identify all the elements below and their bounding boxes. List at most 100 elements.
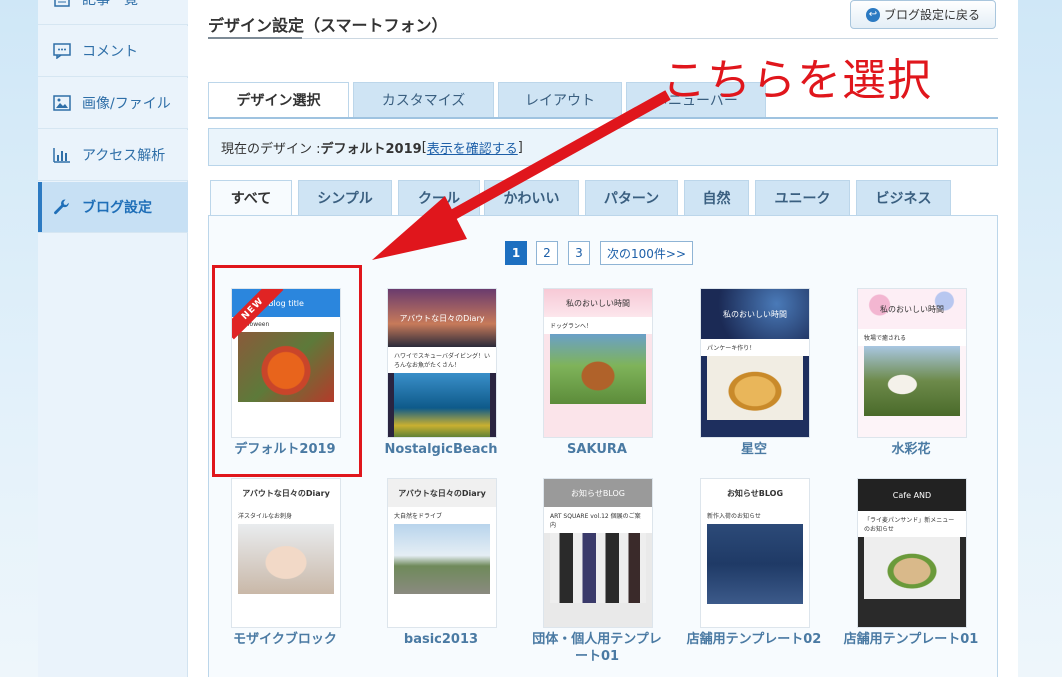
current-design-prefix: 現在のデザイン :	[221, 141, 321, 157]
thumbnail-card-title: 洋スタイルなお刺身	[232, 507, 340, 524]
tab-label: カスタマイズ	[381, 93, 466, 109]
template-name[interactable]: NostalgicBeach	[371, 441, 511, 458]
thumbnail-photo	[238, 524, 334, 594]
tabs-divider	[208, 117, 998, 119]
thumbnail-header: 私のおいしい時間	[544, 289, 652, 317]
thumbnail-card-title: 大自然をドライブ	[388, 507, 496, 524]
thumbnail-header: 私のおいしい時間	[701, 289, 809, 339]
category-tab-unique[interactable]: ユニーク	[755, 180, 850, 216]
thumbnail-photo	[394, 524, 490, 594]
page-3-button[interactable]: 3	[568, 241, 590, 265]
template-name[interactable]: 団体・個人用テンプレート01	[527, 631, 667, 665]
thumbnail-photo	[550, 334, 646, 404]
sidebar-item-label: コメント	[82, 44, 138, 60]
thumbnail-header: アバウトな日々のDiary	[232, 479, 340, 507]
sidebar-item-label: 記事一覧	[82, 0, 138, 8]
thumbnail-card-title: 牧場で癒される	[858, 329, 966, 346]
current-design-box: 現在のデザイン : デフォルト2019 [ 表示を確認する ]	[208, 128, 998, 166]
next-page-button[interactable]: 次の100件>>	[600, 241, 693, 265]
category-label: すべて	[230, 191, 272, 207]
chart-icon	[52, 146, 72, 164]
thumbnail-header: アバウトな日々のDiary	[388, 479, 496, 507]
template-name[interactable]: 店舗用テンプレート02	[684, 631, 824, 648]
category-label: ユニーク	[774, 191, 831, 207]
page-1-button[interactable]: 1	[505, 241, 527, 265]
sidebar-item-label: 画像/ファイル	[82, 96, 171, 112]
template-name[interactable]: デフォルト2019	[215, 441, 355, 458]
template-name[interactable]: 店舗用テンプレート01	[841, 631, 981, 648]
sidebar: 記事一覧 コメント 画像/ファイル アクセス解析 ブログ設定	[38, 0, 188, 677]
bracket: ]	[517, 139, 523, 155]
template-thumbnail[interactable]: お知らせBLOG 新作入荷のお知らせ	[700, 478, 810, 628]
sidebar-item-blog-settings[interactable]: ブログ設定	[38, 182, 188, 233]
template-thumbnail[interactable]: アバウトな日々のDiary 大自然をドライブ	[387, 478, 497, 628]
category-tab-all[interactable]: すべて	[210, 180, 292, 216]
preview-design-link[interactable]: 表示を確認する	[427, 138, 518, 157]
template-thumbnail[interactable]: Blog title Halloween NEW	[231, 288, 341, 438]
thumbnail-card-title: 新作入荷のお知らせ	[701, 507, 809, 524]
category-tab-cute[interactable]: かわいい	[484, 180, 579, 216]
back-to-blog-settings-button[interactable]: ↩ ブログ設定に戻る	[850, 0, 996, 29]
thumbnail-text	[544, 603, 652, 618]
comment-icon	[52, 42, 72, 60]
category-label: ビジネス	[875, 191, 932, 207]
tab-label: レイアウト	[525, 93, 595, 109]
category-tab-pattern[interactable]: パターン	[585, 180, 678, 216]
sidebar-item-label: ブログ設定	[82, 200, 152, 216]
category-tab-business[interactable]: ビジネス	[856, 180, 951, 216]
thumbnail-photo	[394, 373, 490, 437]
category-tab-simple[interactable]: シンプル	[298, 180, 392, 216]
thumbnail-text	[232, 402, 340, 417]
sidebar-item-images[interactable]: 画像/ファイル	[38, 78, 188, 129]
thumbnail-photo	[707, 524, 803, 604]
back-arrow-icon: ↩	[865, 7, 880, 22]
thumbnail-card-title: 「ライ麦パンサンド」新メニューのお知らせ	[858, 511, 966, 537]
category-tab-cool[interactable]: クール	[398, 180, 480, 216]
thumbnail-text	[232, 594, 340, 609]
thumbnail-photo	[864, 346, 960, 416]
template-thumbnail[interactable]: 私のおいしい時間 ドッグランへ！	[543, 288, 653, 438]
template-name[interactable]: SAKURA	[527, 441, 667, 458]
sidebar-item-analytics[interactable]: アクセス解析	[38, 130, 188, 181]
template-name[interactable]: 星空	[684, 441, 824, 458]
thumbnail-card-title: ART SQUARE vol.12 個展のご案内	[544, 507, 652, 533]
thumbnail-header: お知らせBLOG	[544, 479, 652, 507]
category-label: 自然	[702, 191, 731, 207]
thumbnail-photo	[238, 332, 334, 402]
tab-design-select[interactable]: デザイン選択	[208, 82, 349, 118]
sidebar-item-label: アクセス解析	[82, 148, 166, 164]
tab-customize[interactable]: カスタマイズ	[353, 82, 494, 118]
category-tab-nature[interactable]: 自然	[684, 180, 749, 216]
template-thumbnail[interactable]: お知らせBLOG ART SQUARE vol.12 個展のご案内	[543, 478, 653, 628]
sidebar-item-articles[interactable]: 記事一覧	[38, 0, 188, 25]
thumbnail-photo	[707, 356, 803, 420]
template-thumbnail[interactable]: アバウトな日々のDiary ハワイでスキューバダイビング！いろんなお魚がたくさん…	[387, 288, 497, 438]
thumbnail-card-title: ハワイでスキューバダイビング！いろんなお魚がたくさん！	[388, 347, 496, 373]
template-thumbnail[interactable]: 私のおいしい時間 パンケーキ作り！	[700, 288, 810, 438]
category-label: パターン	[603, 191, 660, 207]
tab-layout[interactable]: レイアウト	[498, 82, 622, 118]
category-label: かわいい	[503, 191, 560, 207]
template-thumbnail[interactable]: アバウトな日々のDiary 洋スタイルなお刺身	[231, 478, 341, 628]
template-thumbnail[interactable]: Cafe AND 「ライ麦パンサンド」新メニューのお知らせ	[857, 478, 967, 628]
page-number: 3	[575, 246, 583, 260]
thumbnail-text	[544, 404, 652, 419]
wrench-icon	[52, 198, 72, 216]
page-title: デザイン設定（スマートフォン）	[208, 16, 448, 35]
template-name[interactable]: basic2013	[371, 631, 511, 648]
sidebar-item-comments[interactable]: コメント	[38, 26, 188, 77]
page-number: 1	[511, 246, 521, 260]
thumbnail-card-title: ドッグランへ！	[544, 317, 652, 334]
template-name[interactable]: モザイクブロック	[215, 631, 355, 648]
template-name[interactable]: 水彩花	[841, 441, 981, 458]
thumbnail-header: Cafe AND	[858, 479, 966, 511]
tab-label: デザイン選択	[236, 93, 321, 109]
image-icon	[52, 94, 72, 112]
thumbnail-photo	[864, 537, 960, 599]
title-underline	[208, 37, 302, 39]
page-2-button[interactable]: 2	[536, 241, 558, 265]
thumbnail-card-title: パンケーキ作り！	[701, 339, 809, 356]
next-page-label: 次の100件>>	[606, 246, 686, 261]
article-list-icon	[52, 0, 72, 8]
template-thumbnail[interactable]: 私のおいしい時間 牧場で癒される	[857, 288, 967, 438]
